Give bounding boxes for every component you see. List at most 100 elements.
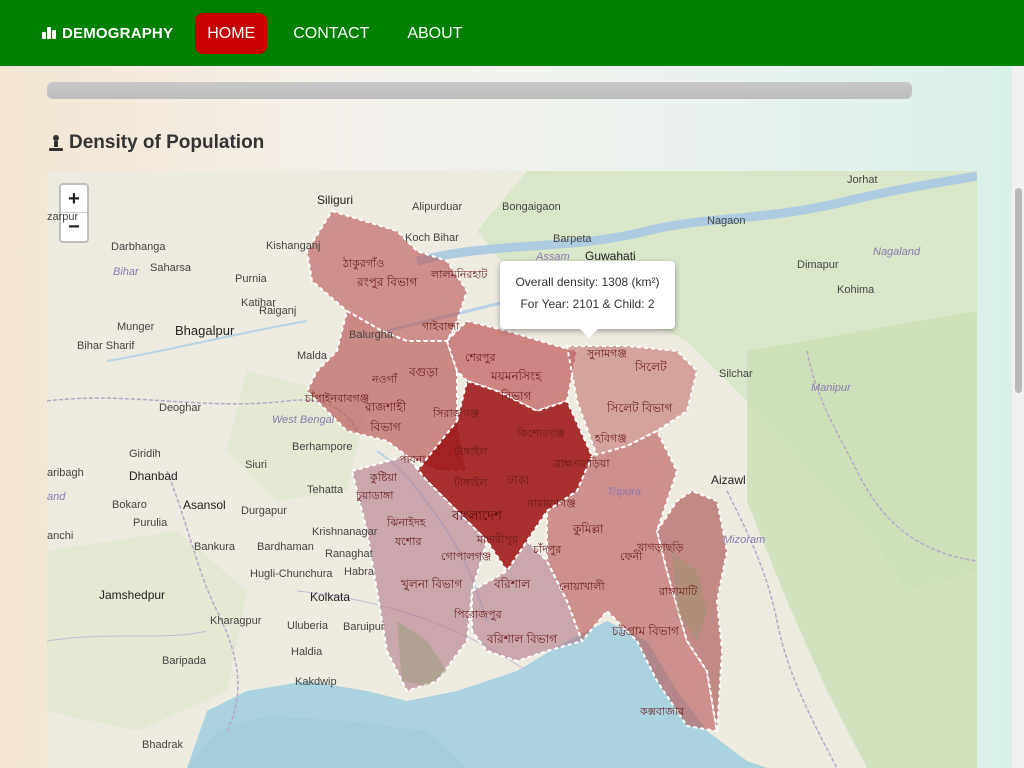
density-map[interactable]: + − Siliguri Alipurduar Bongaigaon Jorha… xyxy=(47,171,977,768)
map-label: চাঁপাইনবাবগঞ্জ xyxy=(305,393,370,405)
map-label: Bankura xyxy=(194,541,235,553)
map-label: Hugli-Chunchura xyxy=(250,568,333,580)
map-label: রাজশাহী বিভাগ xyxy=(365,400,407,434)
brand-text: DEMOGRAPHY xyxy=(62,24,174,42)
scrollbar-thumb[interactable] xyxy=(1015,188,1022,393)
map-label: মাদারীপুর xyxy=(477,534,518,546)
map-label: Krishnanagar xyxy=(312,526,378,538)
map-label: Darbhanga xyxy=(111,241,166,253)
map-label: চুয়াডাঙ্গা xyxy=(356,490,394,502)
map-label: টাঙ্গাইল xyxy=(454,477,488,489)
map-label: কুমিল্লা xyxy=(573,522,604,536)
map-label: ময়মনসিংহ বিভাগ xyxy=(491,369,542,403)
nav-about[interactable]: ABOUT xyxy=(395,13,474,54)
map-label: Aizawl xyxy=(711,473,746,487)
map-label: বরিশাল xyxy=(494,577,531,591)
map-label: Bihar xyxy=(113,266,139,278)
map-label: Siuri xyxy=(245,459,268,471)
map-label: Jamshedpur xyxy=(99,588,166,602)
map-label: Bihar Sharif xyxy=(77,340,135,352)
map-label: and xyxy=(47,491,66,503)
map-label: যশোর xyxy=(395,536,422,548)
map-label: চাঁদপুর xyxy=(533,544,562,556)
map-label: Jorhat xyxy=(847,174,878,186)
map-label: Kakdwip xyxy=(295,676,337,688)
map-label: ব্রাহ্মণবাড়িয়া xyxy=(553,458,610,470)
map-label: Kishanganj xyxy=(266,240,321,252)
zoom-in-button[interactable]: + xyxy=(61,185,87,213)
map-label: Kharagpur xyxy=(210,615,262,627)
map-label: নওগাঁ xyxy=(372,374,398,386)
map-label: Kolkata xyxy=(310,590,351,604)
map-label: Tehatta xyxy=(307,484,344,496)
map-label: খুলনা বিভাগ xyxy=(401,577,463,591)
map-label: খাগড়াছড়ি xyxy=(637,542,684,554)
map-label: Bhagalpur xyxy=(175,323,235,338)
nav-menu: HOME CONTACT ABOUT xyxy=(195,12,488,54)
map-label: Nagaon xyxy=(707,215,746,227)
map-label: ঠাকুরগাঁও xyxy=(343,258,385,270)
section-title: Density of Population xyxy=(69,132,265,153)
map-label: West Bengal xyxy=(272,414,335,426)
map-label: Ranaghat xyxy=(325,548,373,560)
map-label: Tripura xyxy=(607,486,642,498)
map-label: Bardhaman xyxy=(257,541,314,553)
map-label: Saharsa xyxy=(150,262,191,274)
map-label: Durgapur xyxy=(241,505,287,517)
map-label: Balurgha xyxy=(349,329,394,341)
map-label: শেরপুর xyxy=(465,352,496,364)
map-label: Kohima xyxy=(837,284,875,296)
map-label: গোপালগঞ্জ xyxy=(441,551,492,563)
map-label: ঢাকা xyxy=(507,473,530,487)
map-label: সিরাজগঞ্জ xyxy=(433,408,480,420)
map-label: বগুড়া xyxy=(409,365,439,379)
map-label: নারায়ণগঞ্জ xyxy=(527,498,576,510)
map-label: সিলেট বিভাগ xyxy=(607,401,673,415)
map-label: রংপুর বিভাগ xyxy=(357,275,418,289)
brand[interactable]: DEMOGRAPHY xyxy=(42,25,173,42)
navbar: DEMOGRAPHY HOME CONTACT ABOUT xyxy=(0,0,1024,66)
map-label: Bongaigaon xyxy=(502,201,561,213)
section-heading: Density of Population xyxy=(47,132,264,154)
map-label: Purnia xyxy=(235,273,267,285)
map-label: কক্সবাজার xyxy=(640,706,685,718)
nav-contact[interactable]: CONTACT xyxy=(281,13,381,54)
map-label: Manipur xyxy=(811,382,851,394)
map-label: Dimapur xyxy=(797,259,839,271)
tooltip-density: Overall density: 1308 (km²) xyxy=(515,275,660,289)
map-label: Giridih xyxy=(129,448,161,460)
map-label: Uluberia xyxy=(287,620,328,632)
map-label: লালমনিরহাট xyxy=(431,269,488,281)
horizontal-scrollbar[interactable] xyxy=(47,82,912,99)
map-label: anchi xyxy=(47,530,74,542)
map-label: বরিশাল বিভাগ xyxy=(487,632,557,646)
nav-home[interactable]: HOME xyxy=(195,12,268,54)
bar-chart-icon xyxy=(42,27,56,39)
map-label: Nagaland xyxy=(873,246,921,258)
map-label: zarpur xyxy=(47,211,79,223)
page-scrollbar[interactable] xyxy=(1012,66,1024,768)
map-label: হবিগঞ্জ xyxy=(595,433,627,445)
map-label: Purulia xyxy=(133,517,168,529)
map-label: চট্টগ্রাম বিভাগ xyxy=(612,624,679,638)
map-label: Bokaro xyxy=(112,499,147,511)
map-label: Deoghar xyxy=(159,402,202,414)
map-label: Bhadrak xyxy=(142,739,183,751)
tooltip-year: For Year: 2101 & Child: 2 xyxy=(520,297,655,311)
map-label: রাঙ্গামাটি xyxy=(659,586,698,598)
map-label: Barpeta xyxy=(553,233,592,245)
person-icon xyxy=(49,135,63,151)
map-label: ঝিনাইদহ xyxy=(387,517,426,529)
map-label: Berhampore xyxy=(292,441,353,453)
map-label: Munger xyxy=(117,321,155,333)
map-label: Mizoram xyxy=(723,534,766,546)
map-label: Siliguri xyxy=(317,193,354,207)
map-label: Asansol xyxy=(183,498,226,512)
map-label: Dhanbad xyxy=(129,469,178,483)
map-label: পাবনা xyxy=(399,454,426,466)
map-label: গাইবান্ধা xyxy=(422,321,460,333)
map-label: পিরোজপুর xyxy=(454,609,502,621)
map-label: Silchar xyxy=(719,368,753,380)
map-label: Raiganj xyxy=(259,305,297,317)
map-label: Baripada xyxy=(162,655,207,667)
